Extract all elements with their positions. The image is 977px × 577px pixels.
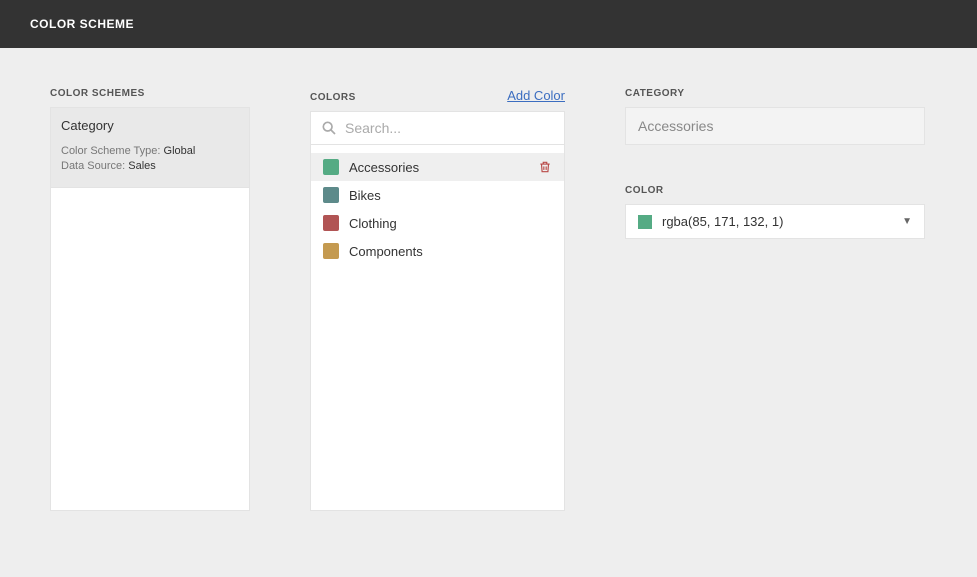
section-label-colors: COLORS [310, 92, 356, 103]
scheme-source-value: Sales [128, 160, 156, 172]
trash-icon[interactable] [538, 160, 552, 174]
colors-panel: Accessories Bikes Clothing Components [310, 111, 565, 511]
color-item[interactable]: Bikes [311, 181, 564, 209]
search-row [311, 112, 564, 145]
color-item-label: Bikes [349, 188, 552, 203]
color-select-swatch [638, 215, 652, 229]
section-header-schemes: COLOR SCHEMES [50, 88, 250, 99]
schemes-panel: Category Color Scheme Type: Global Data … [50, 107, 250, 511]
color-swatch [323, 243, 339, 259]
color-list: Accessories Bikes Clothing Components [311, 145, 564, 265]
page-title: COLOR SCHEME [30, 17, 134, 31]
scheme-type-value: Global [164, 145, 196, 157]
color-select-text: rgba(85, 171, 132, 1) [662, 214, 892, 229]
color-item-label: Components [349, 244, 552, 259]
color-item-label: Clothing [349, 216, 552, 231]
section-label-schemes: COLOR SCHEMES [50, 88, 145, 99]
color-schemes-column: COLOR SCHEMES Category Color Scheme Type… [50, 88, 250, 511]
detail-category-label: CATEGORY [625, 88, 925, 99]
color-swatch [323, 159, 339, 175]
scheme-type-label: Color Scheme Type: [61, 145, 160, 157]
scheme-source-label: Data Source: [61, 160, 125, 172]
scheme-name: Category [61, 118, 239, 133]
detail-color-label: COLOR [625, 185, 925, 196]
category-input[interactable] [625, 107, 925, 145]
color-swatch [323, 187, 339, 203]
color-item[interactable]: Clothing [311, 209, 564, 237]
app-header: COLOR SCHEME [0, 0, 977, 48]
color-select[interactable]: rgba(85, 171, 132, 1) ▼ [625, 204, 925, 239]
search-input[interactable] [345, 120, 554, 136]
color-item-label: Accessories [349, 160, 528, 175]
chevron-down-icon: ▼ [902, 216, 912, 227]
scheme-item[interactable]: Category Color Scheme Type: Global Data … [51, 108, 249, 188]
color-swatch [323, 215, 339, 231]
color-item[interactable]: Accessories [311, 153, 564, 181]
scheme-source-row: Data Source: Sales [61, 160, 239, 172]
main-content: COLOR SCHEMES Category Color Scheme Type… [0, 48, 977, 551]
colors-column: COLORS Add Color Accessories Bikes Clothin… [310, 88, 565, 511]
search-icon [321, 120, 337, 136]
section-header-colors: COLORS Add Color [310, 88, 565, 103]
add-color-link[interactable]: Add Color [507, 88, 565, 103]
scheme-type-row: Color Scheme Type: Global [61, 145, 239, 157]
color-item[interactable]: Components [311, 237, 564, 265]
detail-column: CATEGORY COLOR rgba(85, 171, 132, 1) ▼ [625, 88, 925, 511]
